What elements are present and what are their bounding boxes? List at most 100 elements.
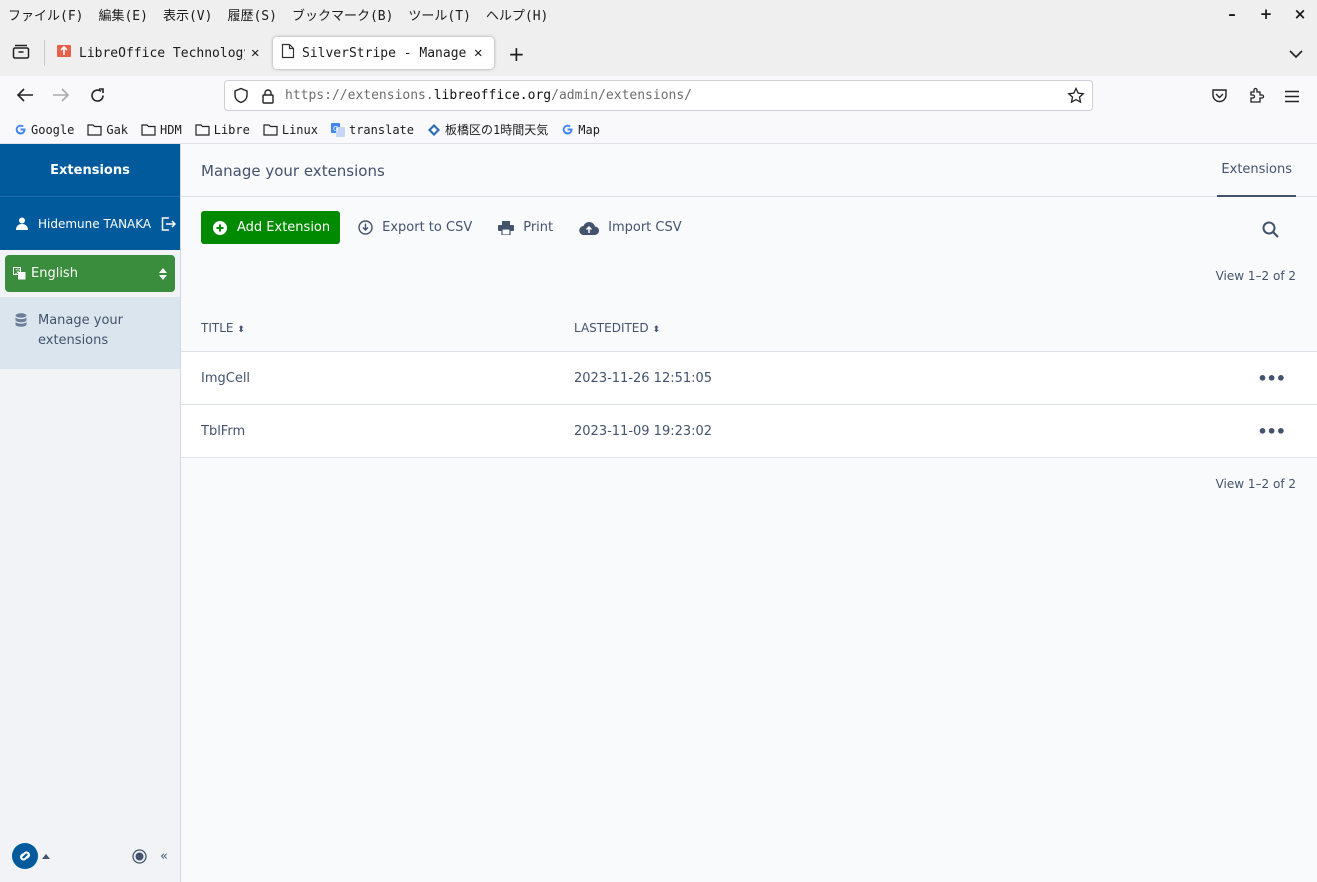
main-header: Manage your extensions Extensions <box>181 144 1317 197</box>
row-actions-icon[interactable]: ••• <box>1257 369 1286 388</box>
pocket-icon[interactable] <box>1211 88 1228 108</box>
caret-up-icon[interactable] <box>42 853 50 859</box>
translate-icon: G <box>330 122 345 137</box>
bookmark-label: Linux <box>281 122 318 137</box>
menu-file[interactable]: ファイル(F) <box>8 5 83 24</box>
pagination-count-top: View 1–2 of 2 <box>1215 269 1296 283</box>
table-row[interactable]: TblFrm 2023-11-09 19:23:02 ••• <box>181 405 1317 458</box>
url-text: https://extensions.libreoffice.org/admin… <box>285 88 692 103</box>
user-name[interactable]: Hidemune TANAKA <box>38 217 151 231</box>
row-actions-icon[interactable]: ••• <box>1257 422 1286 441</box>
bookmark-label: Libre <box>213 122 250 137</box>
folder-icon <box>141 123 156 136</box>
tab-list-icon[interactable] <box>1289 44 1303 63</box>
bookmark-linux[interactable]: Linux <box>263 123 318 137</box>
bookmark-label: Map <box>578 122 600 137</box>
svg-text:文: 文 <box>15 268 21 276</box>
menu-edit[interactable]: 編集(E) <box>98 5 147 24</box>
sidebar-item-manage-extensions[interactable]: Manage your extensions <box>0 297 180 369</box>
weather-icon <box>427 123 441 137</box>
forward-icon[interactable] <box>52 87 70 107</box>
libreoffice-favicon-icon <box>56 43 72 63</box>
menu-bar: ファイル(F) 編集(E) 表示(V) 履歴(S) ブックマーク(B) ツール(… <box>0 0 1317 28</box>
new-tab-icon[interactable]: + <box>508 42 525 66</box>
menu-tools[interactable]: ツール(T) <box>408 5 470 24</box>
tab-bar: LibreOffice Technology Ad ✕ SilverStripe… <box>0 28 1317 76</box>
firefox-view-icon[interactable] <box>12 43 30 64</box>
table-row[interactable]: ImgCell 2023-11-26 12:51:05 ••• <box>181 352 1317 405</box>
bookmark-libre[interactable]: Libre <box>195 123 250 137</box>
printer-icon <box>498 220 515 235</box>
back-icon[interactable] <box>16 87 34 107</box>
url-path: /admin/extensions/ <box>551 88 693 103</box>
cell-title: TblFrm <box>201 424 246 439</box>
bookmark-google[interactable]: Google <box>14 123 74 137</box>
collapse-sidebar-icon[interactable]: « <box>160 849 168 864</box>
minimize-button[interactable]: – <box>1215 5 1249 23</box>
column-header-lastedited[interactable]: LASTEDITED ⬍ <box>574 321 660 335</box>
logout-icon[interactable] <box>161 216 177 231</box>
preview-toggle-icon[interactable] <box>132 848 147 864</box>
add-extension-button[interactable]: Add Extension <box>201 211 341 244</box>
tab-silverstripe[interactable]: SilverStripe - Manage you ✕ <box>273 37 494 69</box>
sidebar-item-label: Manage your extensions <box>38 313 124 348</box>
silverstripe-logo-icon[interactable] <box>12 843 38 869</box>
pagination-count-bottom: View 1–2 of 2 <box>1215 477 1296 491</box>
column-header-title[interactable]: TITLE ⬍ <box>201 321 245 335</box>
bookmark-star-icon[interactable] <box>1067 86 1085 108</box>
search-icon[interactable] <box>1262 221 1279 242</box>
sort-icon: ⬍ <box>237 325 245 335</box>
close-tab-icon[interactable]: ✕ <box>251 45 259 61</box>
tab-extensions[interactable]: Extensions <box>1217 144 1296 197</box>
extensions-icon[interactable] <box>1248 87 1265 108</box>
cell-lastedited: 2023-11-09 19:23:02 <box>574 424 713 439</box>
nav-bar: https://extensions.libreoffice.org/admin… <box>0 76 1317 116</box>
menu-history[interactable]: 履歴(S) <box>227 5 276 24</box>
import-csv-button[interactable]: Import CSV <box>579 220 682 235</box>
menu-help[interactable]: ヘルプ(H) <box>486 5 548 24</box>
user-icon <box>16 217 28 230</box>
lock-icon[interactable] <box>261 88 275 104</box>
export-csv-button[interactable]: Export to CSV <box>358 220 472 235</box>
folder-icon <box>87 123 102 136</box>
cloud-upload-icon <box>579 221 600 235</box>
tab-title: LibreOffice Technology Ad <box>79 45 245 61</box>
sidebar-title[interactable]: Extensions <box>0 144 180 196</box>
google-icon <box>14 123 27 136</box>
window-controls: – + × <box>1215 0 1317 28</box>
url-prefix: https://extensions. <box>285 88 434 103</box>
main-panel: Manage your extensions Extensions Add Ex… <box>181 144 1317 882</box>
bookmarks-bar: Google Gak HDM Libre Linux G translate 板… <box>0 116 1317 144</box>
plus-circle-icon <box>213 220 227 235</box>
cell-title: ImgCell <box>201 371 251 386</box>
bookmark-weather[interactable]: 板橋区の1時間天気 <box>427 121 548 138</box>
bookmark-label: Gak <box>106 122 129 137</box>
menu-view[interactable]: 表示(V) <box>163 5 212 24</box>
bookmark-map[interactable]: Map <box>561 123 600 137</box>
reload-icon[interactable] <box>89 87 106 108</box>
bookmark-label: translate <box>348 122 415 137</box>
language-select[interactable]: 文 English <box>5 255 175 292</box>
page-icon <box>281 43 295 63</box>
close-tab-icon[interactable]: ✕ <box>474 45 482 61</box>
close-window-button[interactable]: × <box>1283 5 1317 23</box>
tab-title: SilverStripe - Manage you <box>302 45 468 61</box>
shield-icon[interactable] <box>233 87 249 104</box>
bookmark-hdm[interactable]: HDM <box>141 123 182 137</box>
export-csv-label: Export to CSV <box>382 220 473 235</box>
bookmark-gak[interactable]: Gak <box>87 123 128 137</box>
tab-libreoffice[interactable]: LibreOffice Technology Ad ✕ <box>48 37 268 69</box>
table-header: TITLE ⬍ LASTEDITED ⬍ <box>181 307 1317 352</box>
database-icon <box>15 313 27 327</box>
menu-bookmarks[interactable]: ブックマーク(B) <box>292 5 393 24</box>
maximize-button[interactable]: + <box>1249 5 1283 23</box>
url-bar[interactable]: https://extensions.libreoffice.org/admin… <box>224 80 1093 111</box>
bookmark-label: Google <box>31 122 75 137</box>
action-toolbar: Add Extension Export to CSV Print Import… <box>201 211 682 244</box>
column-label: LASTEDITED <box>574 321 649 335</box>
import-csv-label: Import CSV <box>608 220 682 235</box>
print-button[interactable]: Print <box>498 220 553 235</box>
bookmark-label: 板橋区の1時間天気 <box>445 123 549 137</box>
app-menu-icon[interactable] <box>1285 88 1299 107</box>
bookmark-translate[interactable]: G translate <box>330 122 415 137</box>
